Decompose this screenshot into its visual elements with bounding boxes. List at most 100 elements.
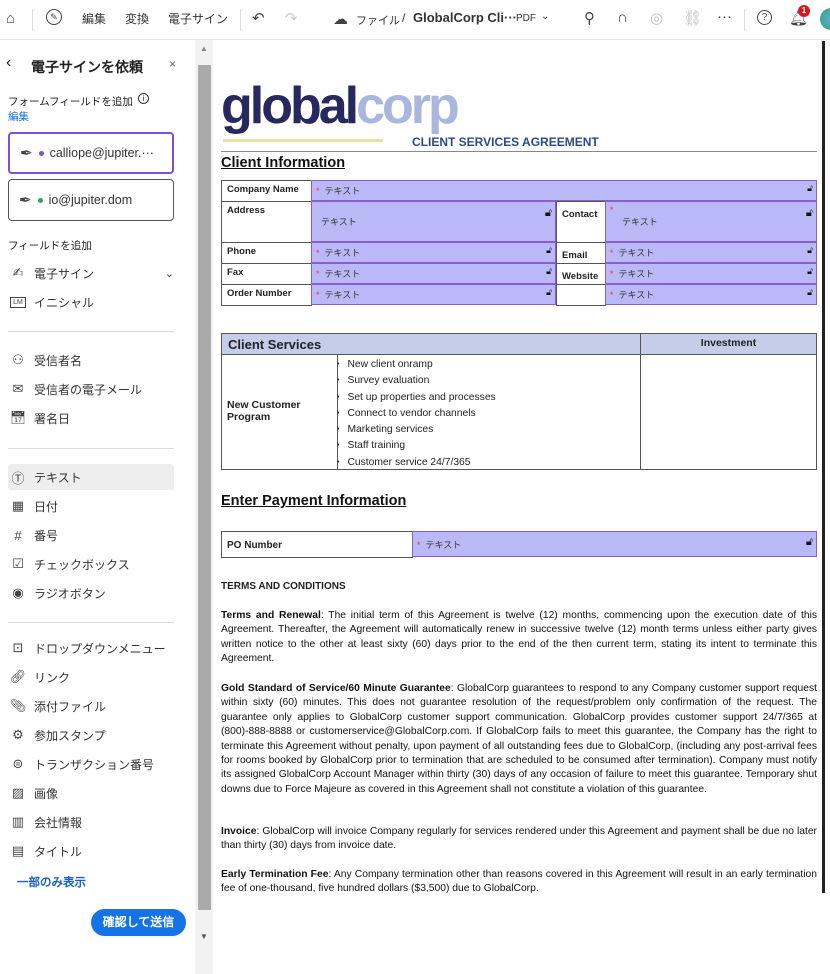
chevron-down-icon[interactable]: ⌄ bbox=[541, 11, 549, 22]
lock-icon: 🔓︎ bbox=[546, 245, 552, 255]
item-label: タイトル bbox=[34, 844, 83, 859]
notification-badge: 1 bbox=[798, 5, 810, 17]
fax-field[interactable]: * テキスト 🔓︎ bbox=[311, 263, 556, 284]
item-label: チェックボックス bbox=[34, 557, 130, 572]
order-number-field[interactable]: * テキスト 🔓︎ bbox=[311, 284, 556, 305]
signature-icon: ✍ bbox=[12, 265, 24, 280]
back-icon[interactable]: ‹ bbox=[6, 54, 11, 72]
field-esignature[interactable]: ✍ 電子サイン ⌄ bbox=[8, 260, 174, 286]
text-field-icon: Ⓣ bbox=[11, 470, 25, 486]
service-item: New client onramp bbox=[345, 357, 496, 373]
field-image[interactable]: ▨ 画像 bbox=[8, 780, 174, 806]
ai-tools-icon[interactable]: ✎ bbox=[46, 9, 62, 25]
show-less-link[interactable]: 一部のみ表示 bbox=[17, 874, 86, 890]
item-label: 日付 bbox=[34, 499, 59, 514]
field-transaction[interactable]: ⊜ トランザクション番号 bbox=[8, 751, 174, 777]
client-services-heading: Client Services bbox=[221, 333, 641, 355]
redo-icon[interactable]: ↷ bbox=[285, 9, 298, 27]
hash-icon: # bbox=[14, 527, 22, 543]
close-icon[interactable]: × bbox=[169, 57, 176, 71]
field-sign-date[interactable]: 📅︎ 署名日 bbox=[8, 405, 174, 431]
terms-paragraph: Gold Standard of Service/60 Minute Guara… bbox=[221, 683, 817, 795]
file-type: PDF bbox=[516, 13, 536, 24]
menu-convert[interactable]: 変換 bbox=[125, 10, 149, 27]
service-item: Marketing services bbox=[345, 422, 496, 438]
field-initials[interactable]: LM イニシャル bbox=[8, 289, 174, 315]
terms-heading: TERMS AND CONDITIONS bbox=[221, 581, 346, 592]
lock-icon: 🔓︎ bbox=[807, 183, 813, 193]
item-label: 添付ファイル bbox=[34, 699, 107, 714]
item-label: 会社情報 bbox=[34, 815, 83, 830]
field-attachment[interactable]: 📎︎ 添付ファイル bbox=[8, 693, 174, 719]
checkbox-icon: ☑ bbox=[12, 556, 24, 571]
scrollbar-thumb[interactable] bbox=[198, 65, 211, 910]
label-fax: Fax bbox=[221, 263, 312, 285]
recipient-email: calliope@jupiter.··· bbox=[49, 146, 154, 160]
po-number-field[interactable]: * テキスト 🔓︎ bbox=[412, 531, 817, 557]
menu-esign[interactable]: 電子サイン bbox=[168, 10, 228, 27]
lock-icon: 🔓︎ bbox=[805, 207, 813, 219]
services-list: New client onramp Survey evaluation Set … bbox=[345, 357, 496, 471]
item-label: リンク bbox=[34, 670, 71, 685]
chevron-down-icon[interactable]: ⌄ bbox=[165, 267, 174, 280]
label-company: Company Name bbox=[221, 180, 312, 202]
field-checkbox[interactable]: ☑ チェックボックス bbox=[8, 551, 174, 577]
field-stamp[interactable]: ⚙ 参加スタンプ bbox=[8, 722, 174, 748]
recipient-item[interactable]: ✒ calliope@jupiter.··· bbox=[8, 132, 174, 174]
stamp-icon: ⚙ bbox=[12, 727, 24, 742]
po-label: PO Number bbox=[221, 531, 413, 558]
link-icon[interactable]: ⛓ bbox=[683, 9, 702, 27]
date-icon: ▦ bbox=[11, 498, 25, 513]
field-text[interactable]: Ⓣ テキスト bbox=[8, 464, 174, 490]
search-icon[interactable]: ⚲ bbox=[584, 9, 595, 27]
item-label: イニシャル bbox=[34, 295, 95, 310]
menu-edit[interactable]: 編集 bbox=[82, 10, 106, 27]
item-label: 受信者の電子メール bbox=[34, 382, 143, 397]
terms-paragraph: Terms and Renewal: The initial term of t… bbox=[221, 610, 818, 665]
field-link[interactable]: 🔗︎ リンク bbox=[8, 664, 174, 690]
field-number[interactable]: # 番号 bbox=[8, 522, 174, 548]
share-user-icon[interactable]: ◎ bbox=[650, 9, 663, 27]
recipient-item[interactable]: ✒ io@jupiter.dom bbox=[8, 179, 174, 221]
info-icon[interactable]: i bbox=[138, 93, 149, 104]
help-icon[interactable]: ? bbox=[757, 10, 772, 25]
investment-heading: Investment bbox=[640, 333, 817, 355]
document-title: CLIENT SERVICES AGREEMENT bbox=[412, 135, 599, 149]
field-company[interactable]: ▥ 会社情報 bbox=[8, 809, 174, 835]
contact-field[interactable]: * テキスト 🔓︎ bbox=[605, 201, 817, 242]
address-field[interactable]: テキスト 🔓︎ bbox=[311, 201, 556, 242]
field-recipient-email[interactable]: ✉ 受信者の電子メール bbox=[8, 376, 174, 402]
scroll-down-icon[interactable]: ▼ bbox=[200, 932, 208, 941]
field-title[interactable]: ▤ タイトル bbox=[8, 838, 174, 864]
breadcrumb-files[interactable]: ファイル bbox=[356, 12, 400, 28]
divider bbox=[8, 331, 174, 332]
order-extra-field[interactable]: * テキスト 🔓︎ bbox=[605, 284, 817, 305]
headphones-icon[interactable]: ∩ bbox=[617, 9, 628, 26]
email-field[interactable]: * テキスト 🔓︎ bbox=[605, 242, 817, 263]
lock-icon: 🔓︎ bbox=[544, 207, 552, 219]
service-item: Customer service 24/7/365 bbox=[345, 455, 496, 471]
field-dropdown[interactable]: ⊡ ドロップダウンメニュー bbox=[8, 635, 174, 661]
phone-field[interactable]: * テキスト 🔓︎ bbox=[311, 242, 556, 263]
investment-cell bbox=[640, 354, 817, 470]
lock-icon: 🔓︎ bbox=[807, 287, 813, 297]
website-field[interactable]: * テキスト 🔓︎ bbox=[605, 263, 817, 284]
more-icon[interactable]: ··· bbox=[717, 8, 732, 25]
home-icon[interactable]: ⌂ bbox=[6, 10, 15, 27]
review-send-button[interactable]: 確認して送信 bbox=[91, 909, 186, 936]
field-recipient-name[interactable]: ⚇ 受信者名 bbox=[8, 347, 174, 373]
cloud-icon: ☁ bbox=[333, 11, 348, 28]
company-name-field[interactable]: * テキスト 🔓︎ bbox=[311, 180, 817, 201]
field-date[interactable]: ▦ 日付 bbox=[8, 493, 174, 519]
file-name[interactable]: GlobalCorp Cli··· bbox=[413, 10, 517, 25]
service-item: Connect to vendor channels bbox=[345, 406, 496, 422]
field-radio[interactable]: ◉ ラジオボタン bbox=[8, 580, 174, 606]
service-item: Survey evaluation bbox=[345, 373, 496, 389]
edit-link[interactable]: 編集 bbox=[8, 109, 29, 124]
lock-icon: 🔓︎ bbox=[805, 536, 813, 548]
undo-icon[interactable]: ↶ bbox=[252, 9, 265, 27]
pen-icon: ✒ bbox=[19, 192, 32, 209]
page-edge bbox=[822, 41, 825, 893]
scroll-up-icon[interactable]: ▲ bbox=[200, 44, 208, 53]
avatar[interactable] bbox=[820, 8, 830, 30]
